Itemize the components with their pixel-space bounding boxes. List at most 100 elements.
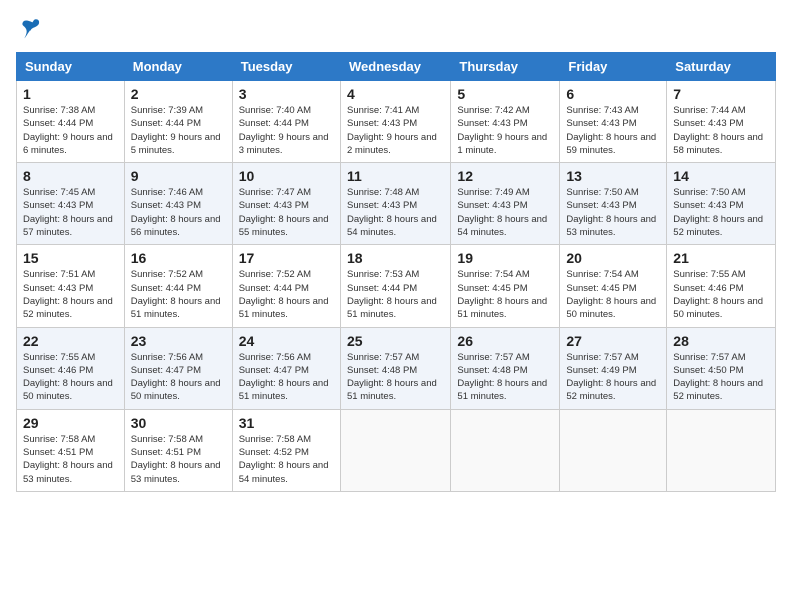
calendar-cell — [451, 409, 560, 491]
day-info: Sunrise: 7:57 AMSunset: 4:49 PMDaylight:… — [566, 351, 660, 404]
day-info: Sunrise: 7:42 AMSunset: 4:43 PMDaylight:… — [457, 104, 553, 157]
calendar-cell: 12Sunrise: 7:49 AMSunset: 4:43 PMDayligh… — [451, 163, 560, 245]
logo-bird-icon — [18, 16, 42, 40]
day-number: 13 — [566, 168, 660, 184]
calendar-cell: 6 Sunrise: 7:43 AMSunset: 4:43 PMDaylight… — [560, 81, 667, 163]
day-info: Sunrise: 7:50 AMSunset: 4:43 PMDaylight:… — [566, 186, 660, 239]
day-of-week-header: Saturday — [667, 53, 776, 81]
day-number: 2 — [131, 86, 226, 102]
day-info: Sunrise: 7:48 AMSunset: 4:43 PMDaylight:… — [347, 186, 444, 239]
calendar-cell: 23Sunrise: 7:56 AMSunset: 4:47 PMDayligh… — [124, 327, 232, 409]
day-number: 6 — [566, 86, 660, 102]
day-number: 7 — [673, 86, 769, 102]
day-info: Sunrise: 7:40 AMSunset: 4:44 PMDaylight:… — [239, 104, 334, 157]
day-info: Sunrise: 7:54 AMSunset: 4:45 PMDaylight:… — [566, 268, 660, 321]
calendar-cell: 25 Sunrise: 7:57 AMSunset: 4:48 PMDayligh… — [340, 327, 450, 409]
calendar-week-row: 29Sunrise: 7:58 AMSunset: 4:51 PMDayligh… — [17, 409, 776, 491]
calendar-cell: 14 Sunrise: 7:50 AMSunset: 4:43 PMDayligh… — [667, 163, 776, 245]
day-info: Sunrise: 7:52 AMSunset: 4:44 PMDaylight:… — [131, 268, 226, 321]
day-number: 21 — [673, 250, 769, 266]
calendar-cell: 21 Sunrise: 7:55 AMSunset: 4:46 PMDayligh… — [667, 245, 776, 327]
day-number: 25 — [347, 333, 444, 349]
calendar-cell: 4Sunrise: 7:41 AMSunset: 4:43 PMDaylight… — [340, 81, 450, 163]
day-info: Sunrise: 7:38 AMSunset: 4:44 PMDaylight:… — [23, 104, 118, 157]
logo — [16, 16, 42, 40]
day-info: Sunrise: 7:45 AMSunset: 4:43 PMDaylight:… — [23, 186, 118, 239]
day-info: Sunrise: 7:43 AMSunset: 4:43 PMDaylight:… — [566, 104, 660, 157]
day-of-week-header: Tuesday — [232, 53, 340, 81]
day-info: Sunrise: 7:52 AMSunset: 4:44 PMDaylight:… — [239, 268, 334, 321]
day-info: Sunrise: 7:44 AMSunset: 4:43 PMDaylight:… — [673, 104, 769, 157]
day-info: Sunrise: 7:57 AMSunset: 4:48 PMDaylight:… — [347, 351, 444, 404]
calendar-cell: 9Sunrise: 7:46 AMSunset: 4:43 PMDaylight… — [124, 163, 232, 245]
day-number: 27 — [566, 333, 660, 349]
day-number: 8 — [23, 168, 118, 184]
day-info: Sunrise: 7:58 AMSunset: 4:51 PMDaylight:… — [23, 433, 118, 486]
day-number: 17 — [239, 250, 334, 266]
calendar-cell: 29Sunrise: 7:58 AMSunset: 4:51 PMDayligh… — [17, 409, 125, 491]
calendar-cell: 26 Sunrise: 7:57 AMSunset: 4:48 PMDayligh… — [451, 327, 560, 409]
day-number: 28 — [673, 333, 769, 349]
day-number: 16 — [131, 250, 226, 266]
calendar-cell: 2 Sunrise: 7:39 AMSunset: 4:44 PMDaylight… — [124, 81, 232, 163]
day-info: Sunrise: 7:55 AMSunset: 4:46 PMDaylight:… — [23, 351, 118, 404]
day-number: 5 — [457, 86, 553, 102]
day-number: 1 — [23, 86, 118, 102]
day-info: Sunrise: 7:56 AMSunset: 4:47 PMDaylight:… — [131, 351, 226, 404]
day-info: Sunrise: 7:58 AMSunset: 4:51 PMDaylight:… — [131, 433, 226, 486]
calendar-cell: 22 Sunrise: 7:55 AMSunset: 4:46 PMDayligh… — [17, 327, 125, 409]
calendar-cell: 8 Sunrise: 7:45 AMSunset: 4:43 PMDaylight… — [17, 163, 125, 245]
calendar-week-row: 1 Sunrise: 7:38 AMSunset: 4:44 PMDaylight… — [17, 81, 776, 163]
day-info: Sunrise: 7:53 AMSunset: 4:44 PMDaylight:… — [347, 268, 444, 321]
calendar-cell: 16 Sunrise: 7:52 AMSunset: 4:44 PMDayligh… — [124, 245, 232, 327]
calendar-cell — [340, 409, 450, 491]
calendar-cell: 7 Sunrise: 7:44 AMSunset: 4:43 PMDaylight… — [667, 81, 776, 163]
calendar-cell: 18 Sunrise: 7:53 AMSunset: 4:44 PMDayligh… — [340, 245, 450, 327]
day-info: Sunrise: 7:56 AMSunset: 4:47 PMDaylight:… — [239, 351, 334, 404]
day-info: Sunrise: 7:46 AMSunset: 4:43 PMDaylight:… — [131, 186, 226, 239]
calendar-cell: 31 Sunrise: 7:58 AMSunset: 4:52 PMDayligh… — [232, 409, 340, 491]
calendar-cell — [667, 409, 776, 491]
calendar-week-row: 8 Sunrise: 7:45 AMSunset: 4:43 PMDaylight… — [17, 163, 776, 245]
calendar-cell: 24 Sunrise: 7:56 AMSunset: 4:47 PMDayligh… — [232, 327, 340, 409]
calendar-cell: 11 Sunrise: 7:48 AMSunset: 4:43 PMDayligh… — [340, 163, 450, 245]
calendar-cell: 28 Sunrise: 7:57 AMSunset: 4:50 PMDayligh… — [667, 327, 776, 409]
day-number: 3 — [239, 86, 334, 102]
calendar-cell: 1 Sunrise: 7:38 AMSunset: 4:44 PMDaylight… — [17, 81, 125, 163]
day-number: 30 — [131, 415, 226, 431]
day-number: 4 — [347, 86, 444, 102]
calendar-cell: 27 Sunrise: 7:57 AMSunset: 4:49 PMDayligh… — [560, 327, 667, 409]
day-of-week-header: Thursday — [451, 53, 560, 81]
calendar-cell — [560, 409, 667, 491]
day-info: Sunrise: 7:57 AMSunset: 4:48 PMDaylight:… — [457, 351, 553, 404]
day-of-week-header: Sunday — [17, 53, 125, 81]
page-header — [16, 16, 776, 40]
day-number: 12 — [457, 168, 553, 184]
day-of-week-header: Friday — [560, 53, 667, 81]
day-number: 18 — [347, 250, 444, 266]
day-number: 24 — [239, 333, 334, 349]
day-of-week-header: Monday — [124, 53, 232, 81]
calendar-cell: 13 Sunrise: 7:50 AMSunset: 4:43 PMDayligh… — [560, 163, 667, 245]
day-number: 19 — [457, 250, 553, 266]
day-number: 11 — [347, 168, 444, 184]
calendar-cell: 10Sunrise: 7:47 AMSunset: 4:43 PMDayligh… — [232, 163, 340, 245]
calendar-week-row: 22 Sunrise: 7:55 AMSunset: 4:46 PMDayligh… — [17, 327, 776, 409]
day-info: Sunrise: 7:51 AMSunset: 4:43 PMDaylight:… — [23, 268, 118, 321]
calendar-cell: 20 Sunrise: 7:54 AMSunset: 4:45 PMDayligh… — [560, 245, 667, 327]
calendar-cell: 15 Sunrise: 7:51 AMSunset: 4:43 PMDayligh… — [17, 245, 125, 327]
day-info: Sunrise: 7:58 AMSunset: 4:52 PMDaylight:… — [239, 433, 334, 486]
day-number: 31 — [239, 415, 334, 431]
day-info: Sunrise: 7:57 AMSunset: 4:50 PMDaylight:… — [673, 351, 769, 404]
day-number: 22 — [23, 333, 118, 349]
day-number: 26 — [457, 333, 553, 349]
day-info: Sunrise: 7:47 AMSunset: 4:43 PMDaylight:… — [239, 186, 334, 239]
day-info: Sunrise: 7:50 AMSunset: 4:43 PMDaylight:… — [673, 186, 769, 239]
day-info: Sunrise: 7:39 AMSunset: 4:44 PMDaylight:… — [131, 104, 226, 157]
day-number: 20 — [566, 250, 660, 266]
day-info: Sunrise: 7:54 AMSunset: 4:45 PMDaylight:… — [457, 268, 553, 321]
day-info: Sunrise: 7:55 AMSunset: 4:46 PMDaylight:… — [673, 268, 769, 321]
day-of-week-header: Wednesday — [340, 53, 450, 81]
day-number: 14 — [673, 168, 769, 184]
day-number: 15 — [23, 250, 118, 266]
